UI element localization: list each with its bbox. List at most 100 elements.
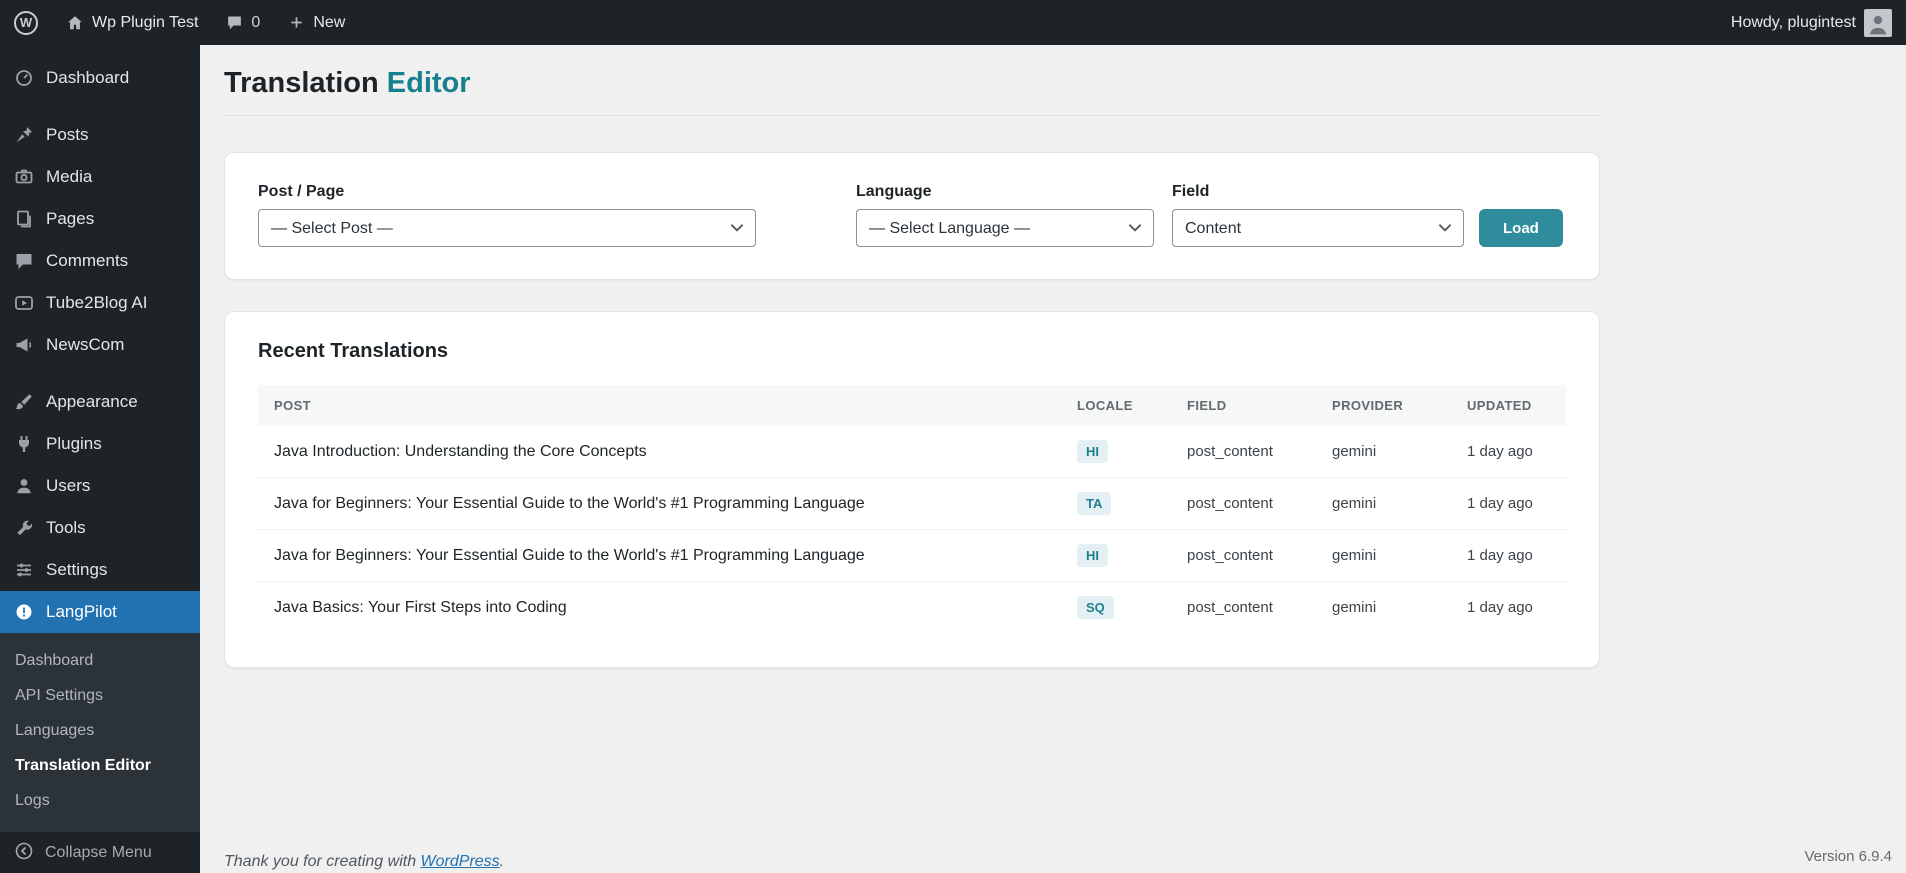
sidebar-item-label: Dashboard [46,68,130,87]
cell-locale: HI [1061,426,1171,478]
admin-bar: W Wp Plugin Test 0 New Howdy, plugintest [0,0,1906,45]
cell-post: Java for Beginners: Your Essential Guide… [258,529,1061,582]
column-header-locale: LOCALE [1061,385,1171,426]
language-select[interactable]: — Select Language — [856,209,1154,247]
plugins-icon [14,434,34,454]
appearance-icon [14,392,34,412]
locale-badge: HI [1077,440,1108,463]
sidebar-item-label: Posts [46,125,89,144]
post-select-wrap: — Select Post — [258,209,756,247]
new-icon [288,14,305,31]
locale-badge: HI [1077,544,1108,567]
sidebar-item-label: Plugins [46,434,102,453]
collapse-menu-button[interactable]: Collapse Menu [0,833,200,873]
comments-icon [226,14,243,31]
sidebar-item-label: Users [46,476,91,495]
sidebar-item-settings[interactable]: Settings [0,549,200,591]
sidebar-item-label: Tools [46,518,86,537]
tube2blog-icon [14,293,34,313]
submenu-item-translation-editor[interactable]: Translation Editor [0,748,200,783]
sidebar-item-comments[interactable]: Comments [0,240,200,282]
pages-icon [14,209,34,229]
sidebar-item-label: Settings [46,560,108,579]
cell-field: post_content [1187,599,1273,616]
settings-icon [14,560,34,580]
language-select-label: Language [856,183,932,200]
submenu-item-logs[interactable]: Logs [0,783,200,818]
my-account-menu[interactable]: Howdy, plugintest [1717,0,1906,45]
sidebar-item-newscom[interactable]: NewsCom [0,324,200,366]
recent-translations-card: Recent Translations POST LOCALE FIELD PR… [224,311,1600,668]
sidebar-item-tube2blog[interactable]: Tube2Blog AI [0,282,200,324]
sidebar-item-pages[interactable]: Pages [0,198,200,240]
sidebar-item-label: NewsCom [46,335,125,354]
language-field-group: Language — Select Language — [856,183,1154,247]
cell-provider: gemini [1316,426,1451,478]
sidebar-item-tools[interactable]: Tools [0,507,200,549]
users-icon [14,476,34,496]
post-select[interactable]: — Select Post — [258,209,756,247]
sidebar-item-media[interactable]: Media [0,156,200,198]
collapse-icon [14,841,34,866]
tools-icon [14,518,34,538]
cell-updated: 1 day ago [1451,477,1566,530]
column-header-post: POST [258,385,1061,426]
submenu-item-languages[interactable]: Languages [0,713,200,748]
submenu-item-api-settings[interactable]: API Settings [0,678,200,713]
locale-badge: SQ [1077,596,1114,619]
submenu-item-dashboard[interactable]: Dashboard [0,643,200,678]
cell-post: Java for Beginners: Your Essential Guide… [258,477,1061,530]
comments-count: 0 [251,13,261,31]
post-title-link[interactable]: Java for Beginners: Your Essential Guide… [274,495,865,512]
footer-version: Version 6.9.4 [1804,848,1892,865]
column-header-field: FIELD [1171,385,1316,426]
field-select-label: Field [1172,183,1210,200]
field-field-group: Field Content [1172,183,1464,247]
post-title-link[interactable]: Java Basics: Your First Steps into Codin… [274,599,567,616]
sidebar-item-langpilot[interactable]: LangPilot [0,591,200,633]
field-select[interactable]: Content [1172,209,1464,247]
recent-translations-title: Recent Translations [258,340,449,362]
wordpress-logo-icon: W [14,10,38,35]
cell-field: post_content [1171,426,1316,478]
column-header-updated: UPDATED [1451,385,1566,426]
post-field-group: Post / Page — Select Post — [258,183,756,247]
sidebar-item-dashboard[interactable]: Dashboard [0,57,200,99]
sidebar-item-appearance[interactable]: Appearance [0,381,200,423]
title-divider [224,115,1600,116]
cell-locale: SQ [1061,582,1171,634]
locale-badge: TA [1077,492,1112,515]
site-name-label: Wp Plugin Test [92,13,199,31]
language-select-wrap: — Select Language — [856,209,1154,247]
table-row: Java for Beginners: Your Essential Guide… [258,529,1566,582]
translation-form-card: Post / Page — Select Post — Language — S… [224,152,1600,280]
sidebar-item-plugins[interactable]: Plugins [0,423,200,465]
new-content-menu[interactable]: New [274,0,359,45]
wordpress-menu[interactable]: W [0,0,52,45]
cell-updated: 1 day ago [1451,426,1566,478]
collapse-menu-label: Collapse Menu [45,844,152,861]
table-row: Java Introduction: Understanding the Cor… [258,426,1566,478]
cell-locale: TA [1061,477,1171,530]
site-name-link[interactable]: Wp Plugin Test [52,0,212,45]
column-header-provider: PROVIDER [1316,385,1451,426]
new-label: New [313,13,346,31]
sidebar-item-posts[interactable]: Posts [0,114,200,156]
sidebar-item-label: Pages [46,209,95,228]
sidebar-item-users[interactable]: Users [0,465,200,507]
dashboard-icon [14,68,34,88]
comments-shortcut[interactable]: 0 [212,0,274,45]
page-content: Translation Editor Post / Page — Select … [200,45,1906,668]
load-button[interactable]: Load [1479,209,1563,247]
page-title: Translation Editor [224,65,1600,101]
howdy-label: Howdy, plugintest [1730,13,1856,31]
wordpress-link[interactable]: WordPress [421,853,500,870]
recent-translations-table: POST LOCALE FIELD PROVIDER UPDATED Java … [258,385,1566,633]
post-title-link[interactable]: Java for Beginners: Your Essential Guide… [274,547,865,564]
post-title-link[interactable]: Java Introduction: Understanding the Cor… [274,443,647,460]
footer-thanks-text: Thank you for creating with [224,853,421,870]
field-select-wrap: Content [1172,209,1464,247]
footer-thanks: Thank you for creating with WordPress. [224,853,504,871]
main-content: Translation Editor Post / Page — Select … [200,45,1906,873]
post-select-label: Post / Page [258,183,345,200]
